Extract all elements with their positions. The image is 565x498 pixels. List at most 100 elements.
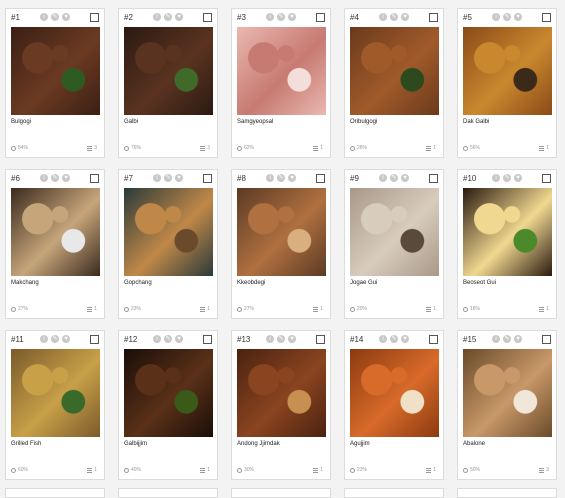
info-icon[interactable]: i xyxy=(266,174,274,182)
dish-card[interactable]: #8 i ✎ ♥ Kkeobdegi 27% 1 xyxy=(231,169,331,319)
info-icon[interactable]: i xyxy=(153,174,161,182)
select-checkbox[interactable] xyxy=(429,13,438,22)
heart-icon[interactable]: ♥ xyxy=(62,174,70,182)
pencil-icon[interactable]: ✎ xyxy=(164,13,172,21)
heart-icon[interactable]: ♥ xyxy=(401,174,409,182)
dish-name[interactable]: Andong Jjimdak xyxy=(237,441,280,447)
dish-photo[interactable] xyxy=(463,188,552,276)
dish-name[interactable]: Abalone xyxy=(463,441,485,447)
select-checkbox[interactable] xyxy=(429,335,438,344)
select-checkbox[interactable] xyxy=(90,335,99,344)
dish-photo[interactable] xyxy=(237,188,326,276)
dish-card[interactable]: #2 i ✎ ♥ Galbi 76% 3 xyxy=(118,8,218,158)
pencil-icon[interactable]: ✎ xyxy=(390,13,398,21)
select-checkbox[interactable] xyxy=(542,13,551,22)
dish-card[interactable]: #14 i ✎ ♥ Agujjim 23% 1 xyxy=(344,330,444,480)
heart-icon[interactable]: ♥ xyxy=(514,13,522,21)
pencil-icon[interactable]: ✎ xyxy=(390,174,398,182)
dish-card[interactable]: #11 i ✎ ♥ Grilled Fish 60% 1 xyxy=(5,330,105,480)
dish-name[interactable]: Kkeobdegi xyxy=(237,280,265,286)
dish-card[interactable]: #6 i ✎ ♥ Makchang 27% 1 xyxy=(5,169,105,319)
dish-card[interactable]: #9 i ✎ ♥ Jogae Gui 20% 1 xyxy=(344,169,444,319)
pencil-icon[interactable]: ✎ xyxy=(164,335,172,343)
info-icon[interactable]: i xyxy=(379,13,387,21)
dish-card[interactable]: #10 i ✎ ♥ Beoseot Gui 18% 1 xyxy=(457,169,557,319)
pencil-icon[interactable]: ✎ xyxy=(164,174,172,182)
pencil-icon[interactable]: ✎ xyxy=(277,335,285,343)
info-icon[interactable]: i xyxy=(266,13,274,21)
select-checkbox[interactable] xyxy=(203,13,212,22)
info-icon[interactable]: i xyxy=(40,335,48,343)
pencil-icon[interactable]: ✎ xyxy=(503,13,511,21)
dish-card[interactable]: #4 i ✎ ♥ Oribulgogi 28% 1 xyxy=(344,8,444,158)
select-checkbox[interactable] xyxy=(316,335,325,344)
heart-icon[interactable]: ♥ xyxy=(62,13,70,21)
heart-icon[interactable]: ♥ xyxy=(401,13,409,21)
select-checkbox[interactable] xyxy=(542,174,551,183)
pencil-icon[interactable]: ✎ xyxy=(51,174,59,182)
pencil-icon[interactable]: ✎ xyxy=(503,335,511,343)
pencil-icon[interactable]: ✎ xyxy=(51,13,59,21)
dish-card[interactable]: #1 i ✎ ♥ Bulgogi 84% 3 xyxy=(5,8,105,158)
info-icon[interactable]: i xyxy=(379,174,387,182)
heart-icon[interactable]: ♥ xyxy=(62,335,70,343)
heart-icon[interactable]: ♥ xyxy=(288,13,296,21)
dish-name[interactable]: Gopchang xyxy=(124,280,152,286)
select-checkbox[interactable] xyxy=(542,335,551,344)
pencil-icon[interactable]: ✎ xyxy=(277,174,285,182)
heart-icon[interactable]: ♥ xyxy=(514,335,522,343)
select-checkbox[interactable] xyxy=(90,174,99,183)
dish-photo[interactable] xyxy=(11,27,100,115)
dish-name[interactable]: Samgyeopsal xyxy=(237,119,273,125)
select-checkbox[interactable] xyxy=(90,13,99,22)
dish-card[interactable]: #5 i ✎ ♥ Dak Galbi 56% 1 xyxy=(457,8,557,158)
heart-icon[interactable]: ♥ xyxy=(175,335,183,343)
select-checkbox[interactable] xyxy=(316,13,325,22)
pencil-icon[interactable]: ✎ xyxy=(503,174,511,182)
pencil-icon[interactable]: ✎ xyxy=(51,335,59,343)
dish-card[interactable]: #13 i ✎ ♥ Andong Jjimdak 30% 1 xyxy=(231,330,331,480)
dish-card[interactable]: #7 i ✎ ♥ Gopchang 23% 1 xyxy=(118,169,218,319)
heart-icon[interactable]: ♥ xyxy=(514,174,522,182)
info-icon[interactable]: i xyxy=(40,13,48,21)
dish-name[interactable]: Jogae Gui xyxy=(350,280,377,286)
dish-name[interactable]: Oribulgogi xyxy=(350,119,377,125)
select-checkbox[interactable] xyxy=(316,174,325,183)
dish-name[interactable]: Grilled Fish xyxy=(11,441,41,447)
dish-photo[interactable] xyxy=(463,27,552,115)
heart-icon[interactable]: ♥ xyxy=(175,13,183,21)
dish-name[interactable]: Agujjim xyxy=(350,441,370,447)
info-icon[interactable]: i xyxy=(379,335,387,343)
dish-photo[interactable] xyxy=(124,188,213,276)
dish-photo[interactable] xyxy=(124,27,213,115)
info-icon[interactable]: i xyxy=(153,335,161,343)
dish-name[interactable]: Makchang xyxy=(11,280,39,286)
select-checkbox[interactable] xyxy=(203,174,212,183)
dish-photo[interactable] xyxy=(11,349,100,437)
dish-photo[interactable] xyxy=(124,349,213,437)
dish-photo[interactable] xyxy=(237,27,326,115)
info-icon[interactable]: i xyxy=(492,13,500,21)
dish-name[interactable]: Bulgogi xyxy=(11,119,31,125)
heart-icon[interactable]: ♥ xyxy=(288,174,296,182)
dish-photo[interactable] xyxy=(11,188,100,276)
info-icon[interactable]: i xyxy=(153,13,161,21)
info-icon[interactable]: i xyxy=(266,335,274,343)
dish-name[interactable]: Galbijjim xyxy=(124,441,147,447)
heart-icon[interactable]: ♥ xyxy=(175,174,183,182)
heart-icon[interactable]: ♥ xyxy=(288,335,296,343)
dish-photo[interactable] xyxy=(350,27,439,115)
info-icon[interactable]: i xyxy=(492,335,500,343)
pencil-icon[interactable]: ✎ xyxy=(390,335,398,343)
dish-photo[interactable] xyxy=(463,349,552,437)
dish-card[interactable]: #12 i ✎ ♥ Galbijjim 40% 1 xyxy=(118,330,218,480)
dish-name[interactable]: Beoseot Gui xyxy=(463,280,496,286)
dish-photo[interactable] xyxy=(237,349,326,437)
dish-card[interactable]: #3 i ✎ ♥ Samgyeopsal 62% 1 xyxy=(231,8,331,158)
info-icon[interactable]: i xyxy=(40,174,48,182)
pencil-icon[interactable]: ✎ xyxy=(277,13,285,21)
dish-name[interactable]: Dak Galbi xyxy=(463,119,489,125)
dish-card[interactable]: #15 i ✎ ♥ Abalone 50% 3 xyxy=(457,330,557,480)
dish-photo[interactable] xyxy=(350,349,439,437)
dish-photo[interactable] xyxy=(350,188,439,276)
